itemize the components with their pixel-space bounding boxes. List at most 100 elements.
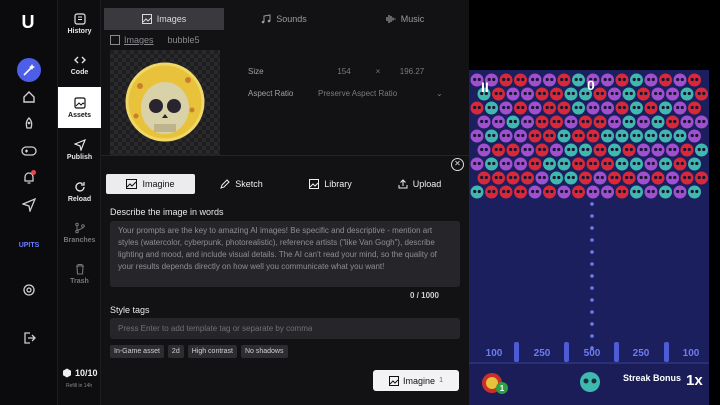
bubble: [695, 171, 708, 185]
bubble: [651, 87, 665, 101]
asset-preview: [110, 50, 220, 155]
bubble: [637, 115, 650, 129]
tab-label: Library: [324, 179, 352, 189]
bubble: [601, 101, 614, 115]
breadcrumb-parent[interactable]: Images: [110, 35, 154, 45]
bubble: [688, 129, 701, 143]
imagine-button-label: Imagine: [403, 375, 436, 386]
chevron-down-icon: ⌄: [436, 88, 443, 98]
aim-dot: [590, 226, 594, 230]
bubble: [659, 101, 672, 115]
height-field[interactable]: 196.27: [386, 67, 438, 76]
bubble: [688, 185, 701, 199]
style-tags-input[interactable]: Press Enter to add template tag or separ…: [110, 318, 460, 339]
bubble: [485, 129, 498, 143]
bubble: [485, 157, 498, 171]
tool-publish[interactable]: Publish: [58, 130, 101, 170]
tool-history[interactable]: History: [58, 4, 101, 44]
bubble: [608, 115, 621, 129]
refill-timer: Refill in 14h: [66, 383, 93, 389]
tool-trash[interactable]: Trash: [58, 254, 101, 294]
credits-value: 10/10: [75, 368, 98, 378]
bubble: [477, 115, 491, 129]
bubble: [673, 73, 687, 87]
pause-button[interactable]: II: [481, 79, 489, 95]
gamepad-icon[interactable]: [19, 141, 39, 161]
score-slot: 250: [632, 348, 650, 359]
current-bubble: [580, 372, 600, 392]
bubble: [528, 157, 542, 171]
image-icon: [309, 179, 320, 189]
bubble: [695, 87, 708, 101]
style-tag[interactable]: In-Game asset: [110, 345, 164, 358]
bubble: [615, 129, 629, 143]
close-icon[interactable]: ✕: [451, 158, 464, 171]
bell-icon[interactable]: [19, 168, 39, 188]
tab-images[interactable]: Images: [104, 8, 224, 30]
tab-library[interactable]: Library: [286, 174, 375, 194]
app-logo[interactable]: U: [17, 12, 39, 34]
logout-icon[interactable]: [19, 328, 39, 348]
bubble: [564, 143, 578, 157]
home-icon[interactable]: [19, 87, 39, 107]
bubble: [557, 73, 571, 87]
bubble: [506, 87, 520, 101]
streak-bonus-label: Streak Bonus: [623, 373, 682, 383]
tab-label: Upload: [412, 179, 442, 189]
bubble: [651, 143, 665, 157]
tab-sketch[interactable]: Sketch: [197, 174, 286, 194]
bubble: [528, 185, 542, 199]
rocket-icon[interactable]: [19, 114, 39, 134]
tab-upload[interactable]: Upload: [375, 174, 464, 194]
prompt-textarea[interactable]: Your prompts are the key to amazing AI i…: [110, 221, 460, 287]
tool-reload[interactable]: Reload: [58, 172, 101, 212]
tool-code[interactable]: Code: [58, 45, 101, 85]
bubble: [499, 73, 513, 87]
bubble: [521, 87, 534, 101]
imagine-button[interactable]: Imagine 1: [373, 370, 459, 391]
breadcrumb: Images bubble5: [110, 35, 200, 45]
credit-cost: 1: [439, 377, 443, 384]
bubble: [492, 143, 505, 157]
history-icon: [73, 13, 86, 25]
upits-label[interactable]: UPITS: [14, 242, 44, 249]
tab-label: Imagine: [142, 179, 175, 189]
bubble: [644, 129, 658, 143]
bubble: [659, 73, 672, 87]
bubble: [673, 101, 687, 115]
bubble: [543, 157, 556, 171]
width-field[interactable]: 154: [318, 67, 370, 76]
waveform-icon: [386, 15, 396, 23]
bubble: [470, 185, 484, 199]
tab-sounds[interactable]: Sounds: [224, 8, 344, 30]
bubble: [666, 87, 679, 101]
notification-dot: [31, 170, 36, 175]
magic-wand-icon[interactable]: [17, 58, 41, 82]
tab-music[interactable]: Music: [344, 8, 464, 30]
bubble: [666, 143, 679, 157]
bubble: [572, 73, 585, 87]
slot-divider: [564, 342, 569, 362]
aspect-ratio-select[interactable]: Preserve Aspect Ratio: [318, 89, 436, 98]
aim-dot: [590, 262, 594, 266]
breadcrumb-link[interactable]: Images: [124, 35, 154, 45]
settings-icon[interactable]: [19, 280, 39, 300]
style-tag[interactable]: High contrast: [187, 345, 237, 358]
style-tag[interactable]: 2d: [167, 345, 184, 358]
tool-assets[interactable]: Assets: [58, 87, 101, 128]
slot-divider: [664, 342, 669, 362]
bubble: [644, 157, 658, 171]
bubble: [499, 157, 513, 171]
bubble: [543, 73, 556, 87]
send-icon[interactable]: [19, 195, 39, 215]
tool-branches[interactable]: Branches: [58, 213, 101, 253]
style-tag[interactable]: No shadows: [240, 345, 288, 358]
bubble: [543, 101, 556, 115]
bubble: [630, 157, 643, 171]
bubble: [550, 87, 563, 101]
size-label: Size: [248, 66, 264, 76]
aim-line: [590, 202, 594, 350]
launcher-count: 1: [500, 384, 505, 393]
bubble: [521, 143, 534, 157]
tab-imagine[interactable]: Imagine: [106, 174, 195, 194]
